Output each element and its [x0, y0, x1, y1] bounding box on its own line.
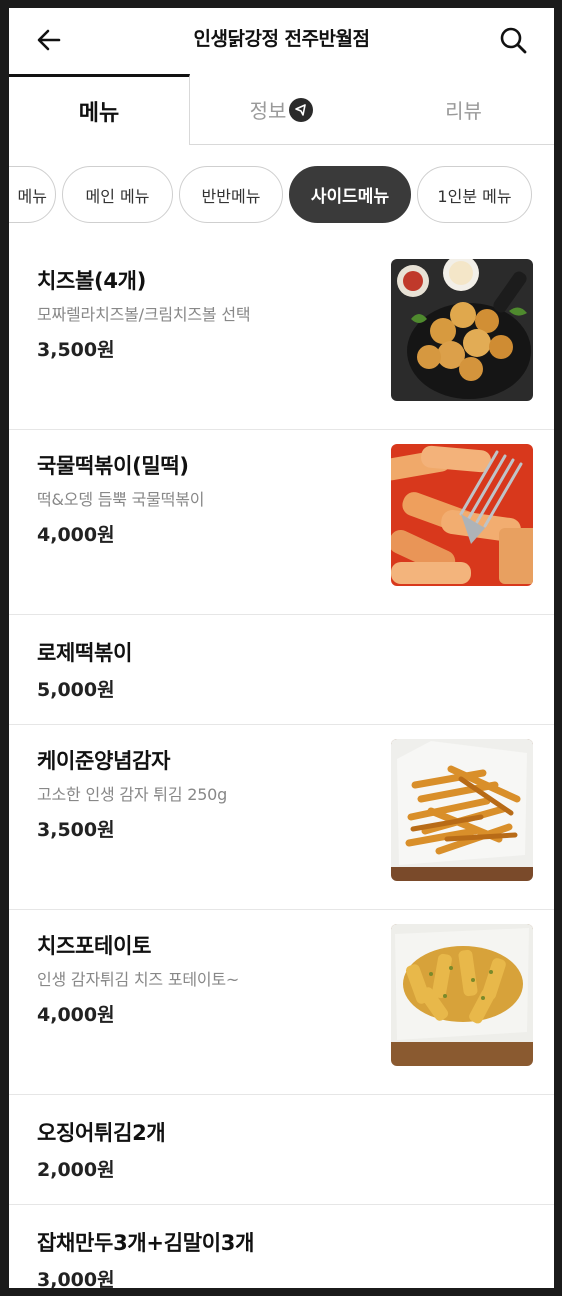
tab-info-label: 정보	[249, 99, 287, 123]
back-button[interactable]	[31, 22, 67, 58]
chip-menu[interactable]: 메뉴	[9, 166, 56, 223]
menu-item-name: 치즈볼(4개)	[37, 269, 146, 293]
menu-item-price: 2,000원	[37, 1159, 115, 1181]
tab-info[interactable]: 정보	[190, 74, 373, 145]
tteokbokki-photo	[391, 444, 533, 586]
cajun-fries-photo	[391, 739, 533, 881]
menu-item-cheese-potato[interactable]: 치즈포테이토 인생 감자튀김 치즈 포테이토~ 4,000원	[9, 910, 554, 1095]
menu-item-price: 5,000원	[37, 679, 115, 701]
page-title: 인생닭강정 전주반월점	[193, 28, 370, 50]
menu-item-price: 4,000원	[37, 524, 115, 546]
cheese-balls-photo	[391, 259, 533, 401]
chip-main-menu[interactable]: 메인 메뉴	[62, 166, 173, 223]
menu-item-desc: 고소한 인생 감자 튀김 250g	[37, 785, 228, 804]
menu-item-fried-squid[interactable]: 오징어튀김2개 2,000원	[9, 1095, 554, 1205]
tab-menu[interactable]: 메뉴	[9, 74, 190, 145]
menu-item-price: 3,000원	[37, 1269, 115, 1288]
menu-item-name: 잡채만두3개+김말이3개	[37, 1231, 255, 1255]
search-button[interactable]	[495, 22, 531, 58]
arrow-left-icon	[37, 29, 61, 51]
menu-item-price: 3,500원	[37, 339, 115, 361]
menu-item-cajun-fries[interactable]: 케이준양념감자 고소한 인생 감자 튀김 250g 3,500원	[9, 725, 554, 910]
chip-side-menu[interactable]: 사이드메뉴	[289, 166, 411, 223]
menu-item-name: 케이준양념감자	[37, 749, 171, 773]
menu-item-name: 국물떡볶이(밀떡)	[37, 454, 189, 478]
menu-item-desc: 인생 감자튀김 치즈 포테이토~	[37, 970, 240, 989]
megaphone-icon	[289, 97, 314, 122]
tab-bar: 메뉴 정보 리뷰	[9, 74, 554, 145]
chip-single-serving-menu[interactable]: 1인분 메뉴	[417, 166, 532, 223]
menu-item-desc: 모짜렐라치즈볼/크림치즈볼 선택	[37, 305, 251, 324]
tab-review[interactable]: 리뷰	[373, 74, 554, 145]
menu-list: 치즈볼(4개) 모짜렐라치즈볼/크림치즈볼 선택 3,500원 국물떡볶이(밀떡…	[9, 245, 554, 1288]
menu-item-rose-tteokbokki[interactable]: 로제떡볶이 5,000원	[9, 615, 554, 725]
menu-item-japchae-dumplings[interactable]: 잡채만두3개+김말이3개 3,000원	[9, 1205, 554, 1288]
menu-item-soup-tteokbokki[interactable]: 국물떡볶이(밀떡) 떡&오뎅 듬뿍 국물떡볶이 4,000원	[9, 430, 554, 615]
search-icon	[500, 27, 527, 54]
menu-item-name: 로제떡볶이	[37, 641, 133, 665]
app-header: 인생닭강정 전주반월점	[9, 8, 554, 74]
tab-menu-label: 메뉴	[78, 101, 120, 126]
cheese-fries-photo	[391, 924, 533, 1066]
menu-item-cheese-balls[interactable]: 치즈볼(4개) 모짜렐라치즈볼/크림치즈볼 선택 3,500원	[9, 245, 554, 430]
category-chips: 메뉴 메인 메뉴 반반메뉴 사이드메뉴 1인분 메뉴	[9, 145, 554, 245]
menu-item-desc: 떡&오뎅 듬뿍 국물떡볶이	[37, 490, 205, 509]
app-screen: 인생닭강정 전주반월점 메뉴 정보 리뷰 메뉴 메인 메뉴 반반메뉴 사이드메뉴…	[9, 8, 554, 1288]
menu-item-price: 4,000원	[37, 1004, 115, 1026]
tab-review-label: 리뷰	[445, 99, 482, 123]
menu-item-name: 치즈포테이토	[37, 934, 152, 958]
menu-item-name: 오징어튀김2개	[37, 1121, 166, 1145]
chip-half-half-menu[interactable]: 반반메뉴	[179, 166, 283, 223]
menu-item-price: 3,500원	[37, 819, 115, 841]
